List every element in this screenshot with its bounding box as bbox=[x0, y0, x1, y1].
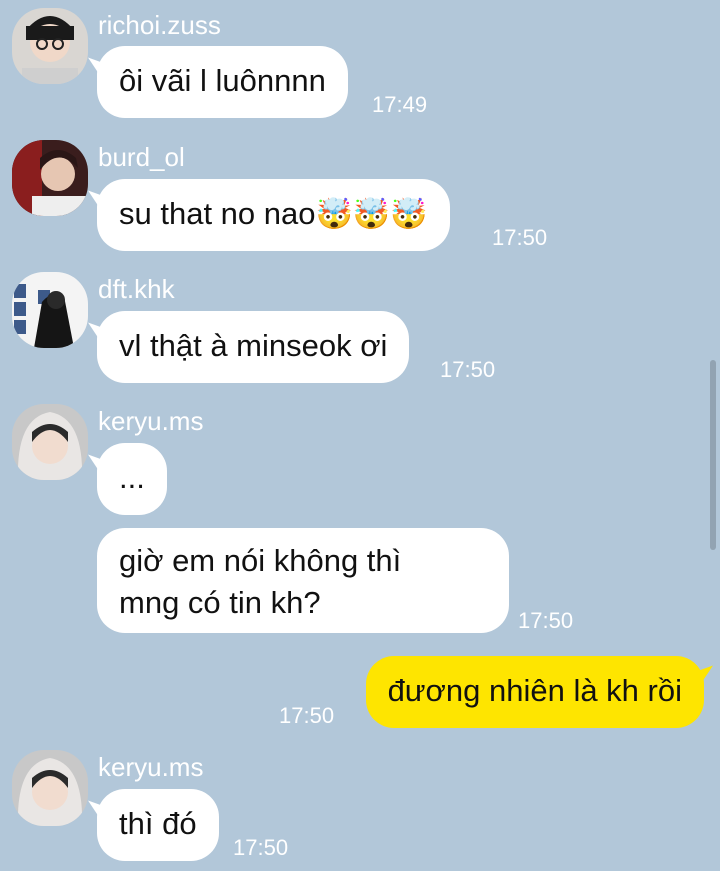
message-text-line: giờ em nói không thì bbox=[119, 543, 402, 578]
sender-name: richoi.zuss bbox=[98, 10, 221, 40]
message-bubble[interactable]: ôi vãi l luônnnn bbox=[97, 46, 348, 118]
avatar-richoi[interactable] bbox=[12, 8, 88, 84]
avatar-dft[interactable] bbox=[12, 272, 88, 348]
message-text: đương nhiên là kh rồi bbox=[387, 673, 682, 708]
message-text: ôi vãi l luônnnn bbox=[119, 63, 326, 98]
scrollbar[interactable] bbox=[710, 360, 716, 550]
message-text: vl thật à minseok ơi bbox=[119, 328, 388, 363]
outgoing-message-bubble[interactable]: đương nhiên là kh rồi bbox=[365, 656, 704, 728]
exploding-head-emoji: 🤯🤯🤯 bbox=[315, 197, 428, 232]
avatar-keryu[interactable] bbox=[12, 404, 88, 480]
message-text: ... bbox=[119, 460, 145, 495]
message-bubble[interactable]: vl thật à minseok ơi bbox=[97, 311, 410, 383]
message-time: 17:50 bbox=[279, 703, 335, 728]
message-bubble[interactable]: giờ em nói không thì mng có tin kh? bbox=[97, 528, 509, 633]
sender-name: dft.khk bbox=[98, 274, 175, 304]
message-text-line: mng có tin kh? bbox=[119, 585, 321, 620]
message-bubble[interactable]: ... bbox=[97, 443, 167, 515]
message-time: 17:50 bbox=[518, 608, 574, 633]
message-bubble[interactable]: su that no nao🤯🤯🤯 bbox=[97, 179, 450, 251]
chat-screen: { "messages": [ {"sender":"richoi.zuss",… bbox=[0, 0, 720, 871]
message-text: thì đó bbox=[119, 806, 197, 841]
avatar-burd[interactable] bbox=[12, 140, 88, 216]
message-time: 17:49 bbox=[372, 92, 428, 117]
sender-name: keryu.ms bbox=[98, 406, 204, 436]
message-text: su that no nao bbox=[119, 196, 316, 231]
message-time: 17:50 bbox=[492, 225, 548, 250]
message-time: 17:50 bbox=[440, 357, 496, 382]
sender-name: burd_ol bbox=[98, 142, 185, 172]
avatar-keryu[interactable] bbox=[12, 750, 88, 826]
message-bubble[interactable]: thì đó bbox=[97, 789, 219, 861]
message-time: 17:50 bbox=[233, 835, 289, 860]
sender-name: keryu.ms bbox=[98, 752, 204, 782]
